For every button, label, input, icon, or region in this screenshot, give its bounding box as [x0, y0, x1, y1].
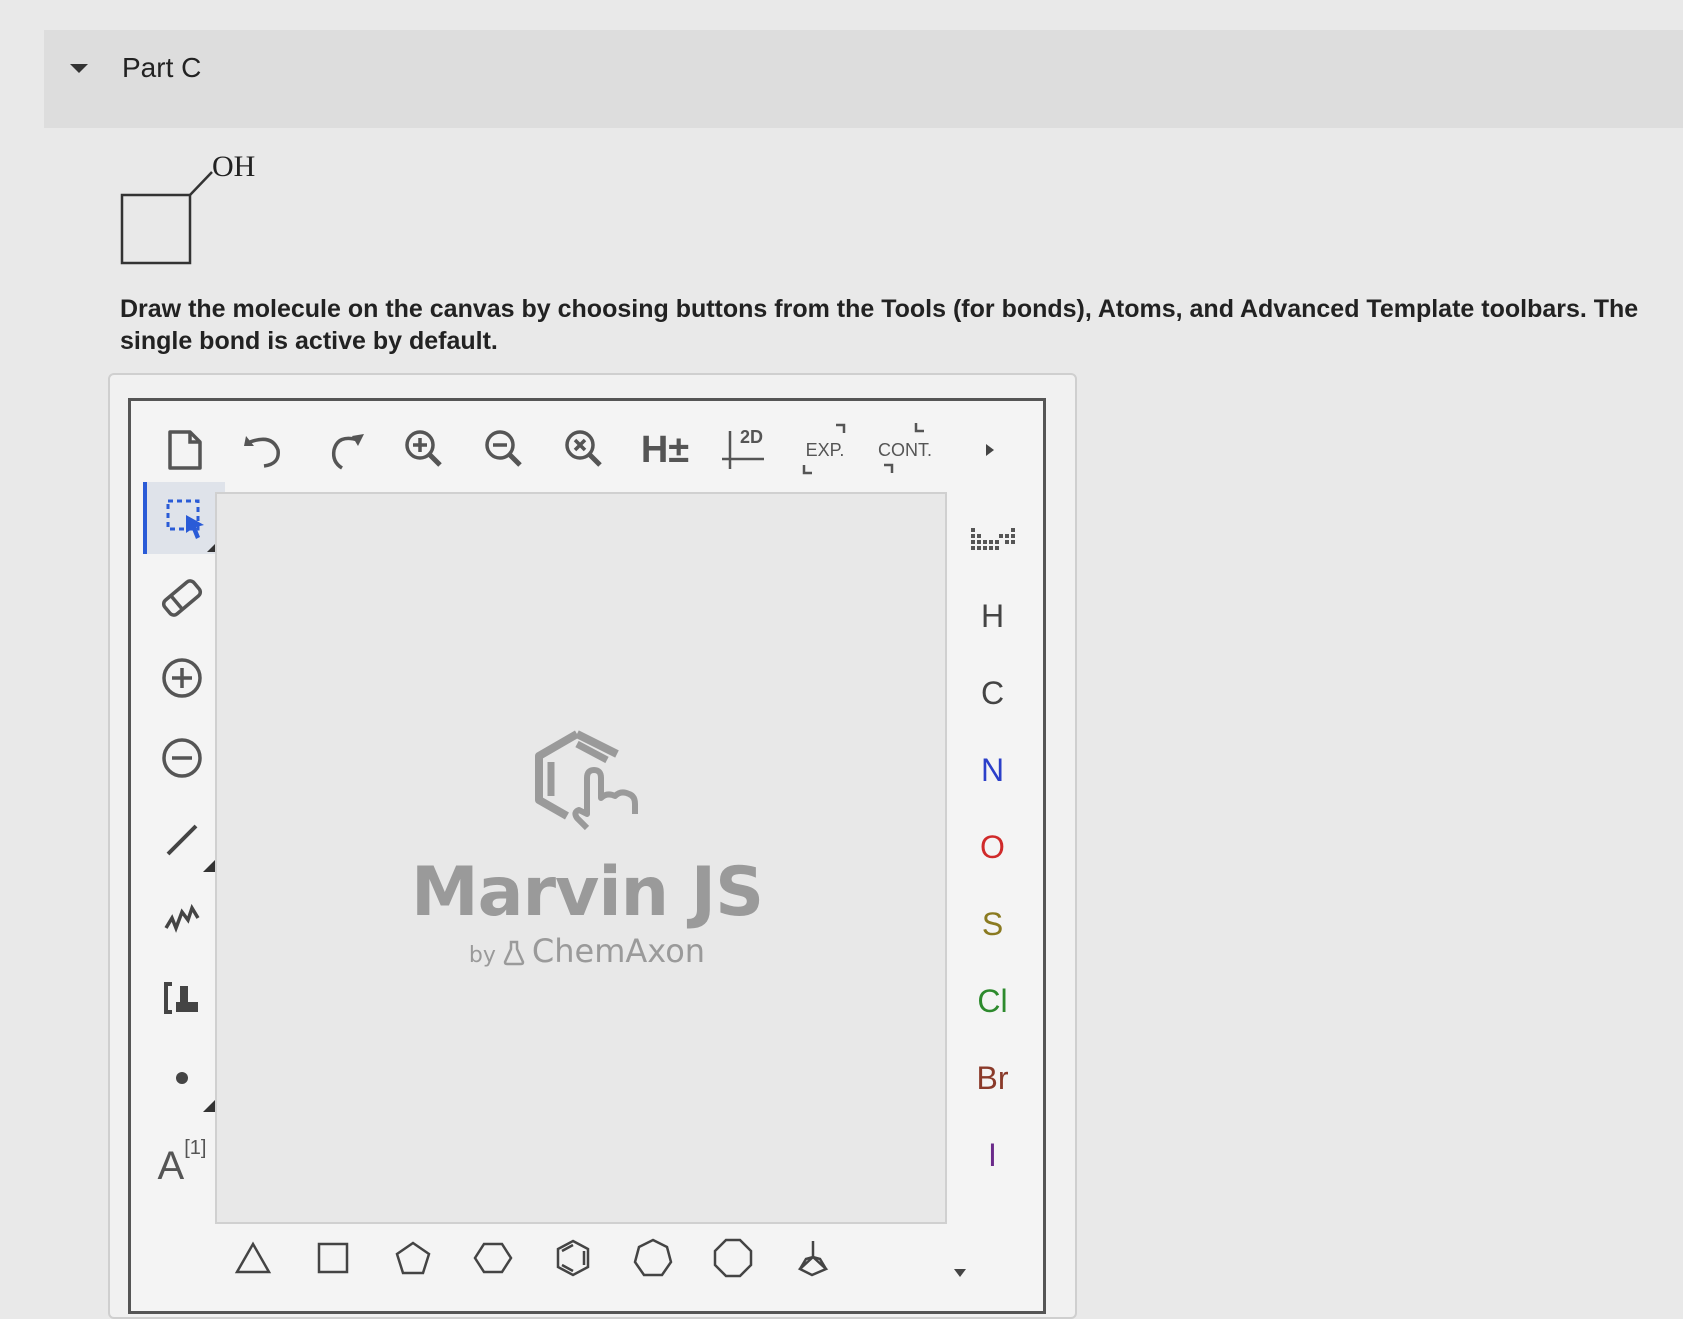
redo-icon	[331, 434, 364, 470]
benzene-icon	[556, 1239, 590, 1277]
single-bond-button[interactable]	[143, 802, 221, 874]
hydrogen-toggle-button[interactable]: H±	[630, 415, 700, 485]
template-bicyclic-button[interactable]	[780, 1225, 846, 1291]
triangle-down-icon	[954, 1269, 966, 1277]
octagon-icon	[713, 1238, 753, 1278]
atom-cl-button[interactable]: Cl	[955, 965, 1030, 1037]
single-bond-icon	[166, 824, 198, 856]
molecule-oh-label: OH	[212, 150, 256, 183]
negative-charge-button[interactable]	[143, 722, 221, 794]
atom-o-label: O	[980, 828, 1005, 865]
atoms-toolbar: H C N O S Cl Br I	[955, 505, 1030, 1205]
expand-bracket-icon	[802, 423, 846, 475]
atom-c-label: C	[980, 674, 1005, 711]
hydrogen-toggle-label: H±	[640, 428, 690, 471]
atom-h-button[interactable]: H	[955, 580, 1030, 652]
template-cyclooctane-button[interactable]	[700, 1225, 766, 1291]
atom-h-label: H	[980, 597, 1005, 634]
triangle-icon	[234, 1241, 272, 1274]
chain-tool-button[interactable]	[143, 882, 221, 954]
zoom-in-icon	[405, 430, 442, 467]
atom-n-label: N	[980, 751, 1005, 788]
templates-toolbar	[220, 1225, 1020, 1291]
part-header[interactable]	[44, 30, 1683, 128]
marvin-hexagon-hand-icon	[535, 730, 638, 831]
bracket-icon	[164, 982, 198, 1014]
rgroup-index: [1]	[184, 1136, 207, 1159]
clean-2d-label: 2D	[740, 427, 764, 447]
atom-o-button[interactable]: O	[955, 811, 1030, 883]
zoom-out-button[interactable]	[470, 415, 540, 485]
square-icon	[317, 1242, 349, 1274]
atom-br-button[interactable]: Br	[955, 1042, 1030, 1114]
marvin-logo-title: Marvin JS	[410, 853, 764, 932]
more-templates-button[interactable]	[940, 1225, 980, 1291]
chain-icon	[164, 903, 200, 933]
undo-icon	[244, 436, 280, 468]
more-tools-button[interactable]	[965, 415, 1015, 485]
hexagon-icon	[473, 1242, 513, 1274]
eraser-icon	[161, 579, 203, 617]
marvin-logo: Marvin JS by ChemAxon	[407, 724, 767, 994]
zoom-fit-button[interactable]	[550, 415, 620, 485]
template-cyclopentane-button[interactable]	[380, 1225, 446, 1291]
template-cyclohexane-button[interactable]	[460, 1225, 526, 1291]
collapse-caret-icon[interactable]	[70, 64, 88, 73]
zoom-out-icon	[485, 430, 522, 467]
rgroup-tool-button[interactable]: A [1]	[143, 1122, 221, 1194]
document-icon	[168, 430, 202, 470]
zoom-in-button[interactable]	[390, 415, 460, 485]
bicyclic-icon	[797, 1241, 829, 1277]
atom-cl-label: Cl	[977, 982, 1008, 1019]
logo-company-text: ChemAxon	[531, 932, 706, 970]
template-benzene-button[interactable]	[540, 1225, 606, 1291]
rectangle-select-icon	[166, 499, 204, 539]
positive-charge-button[interactable]	[143, 642, 221, 714]
chemaxon-flask-icon	[503, 940, 525, 966]
atom-br-label: Br	[976, 1059, 1009, 1096]
atom-i-label: I	[988, 1136, 997, 1173]
atom-n-button[interactable]: N	[955, 734, 1030, 806]
top-toolbar: H± 2D EXP. CONT.	[150, 415, 1030, 485]
pentagon-icon	[395, 1241, 431, 1275]
periodic-table-button[interactable]	[955, 505, 1030, 577]
contract-button[interactable]: CONT.	[870, 415, 940, 485]
atom-i-button[interactable]: I	[955, 1119, 1030, 1191]
template-cyclobutane-button[interactable]	[300, 1225, 366, 1291]
radical-dot-icon	[176, 1072, 188, 1084]
instructions-text: Draw the molecule on the canvas by choos…	[120, 295, 1639, 355]
selection-tool-button[interactable]	[143, 482, 225, 554]
zoom-reset-icon	[565, 430, 602, 467]
atom-s-button[interactable]: S	[955, 888, 1030, 960]
rgroup-label: A	[157, 1143, 185, 1188]
heptagon-icon	[633, 1238, 673, 1277]
logo-by-text: by	[468, 943, 496, 968]
contract-bracket-icon	[884, 423, 924, 473]
expand-button[interactable]: EXP.	[790, 415, 860, 485]
undo-button[interactable]	[230, 415, 300, 485]
bracket-tool-button[interactable]	[143, 962, 221, 1034]
atom-c-button[interactable]: C	[955, 657, 1030, 729]
radical-tool-button[interactable]	[143, 1042, 221, 1114]
triangle-right-icon	[986, 444, 994, 456]
eraser-tool-button[interactable]	[143, 562, 221, 634]
new-document-button[interactable]	[150, 415, 220, 485]
atom-s-label: S	[981, 905, 1004, 942]
clean-2d-button[interactable]: 2D	[710, 415, 780, 485]
plus-circle-icon	[162, 658, 202, 698]
part-title: Part C	[122, 52, 202, 83]
minus-circle-icon	[162, 738, 202, 778]
template-cyclopropane-button[interactable]	[220, 1225, 286, 1291]
template-cycloheptane-button[interactable]	[620, 1225, 686, 1291]
redo-button[interactable]	[310, 415, 380, 485]
periodic-table-icon	[970, 528, 1015, 550]
marvin-logo-byline: by ChemAxon	[407, 932, 767, 970]
drawing-canvas[interactable]: Marvin JS by ChemAxon	[215, 492, 947, 1224]
left-toolbar: A [1]	[143, 482, 225, 1202]
